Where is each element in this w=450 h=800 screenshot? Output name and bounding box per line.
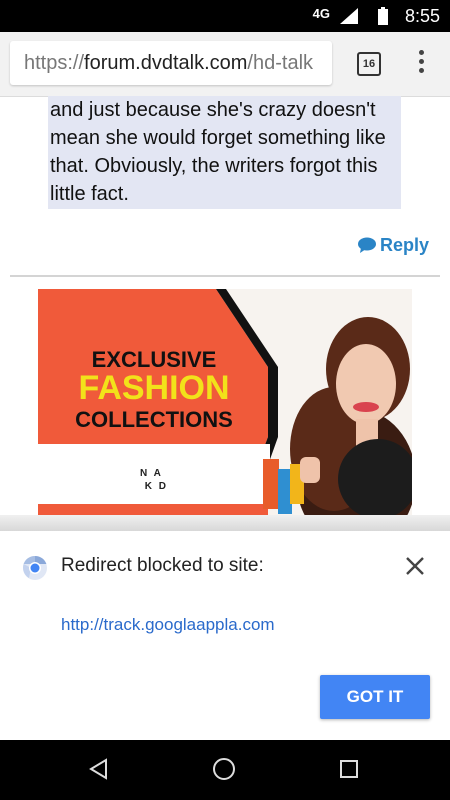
recent-apps-icon[interactable] [339,759,359,779]
overflow-menu-icon[interactable] [417,50,425,76]
reply-label: Reply [380,235,430,255]
system-navigation-bar [0,740,450,800]
got-it-button[interactable]: GOT IT [320,675,430,719]
url-path: /hd-talk [247,52,314,74]
back-icon[interactable] [88,758,110,780]
url-scheme: https:// [24,52,85,74]
speech-bubble-icon [358,237,376,253]
advertisement-banner[interactable]: EXCLUSIVE FASHION COLLECTIONS N A K D [38,289,412,521]
blocked-url-link[interactable]: http://track.googlaappla.com [61,615,275,635]
signal-icon [340,8,358,24]
brand-logo: N A K D [140,468,168,492]
ad-headline-2: FASHION [78,369,230,407]
network-indicator: 4G [312,6,330,21]
battery-icon [378,7,388,25]
quote-text: and just because she's crazy doesn't mea… [50,99,386,205]
redirect-blocked-sheet: Redirect blocked to site: http://track.g… [0,531,450,740]
sheet-title: Redirect blocked to site: [61,555,264,576]
chrome-icon [23,555,47,580]
url-bar[interactable]: https://forum.dvdtalk.com/hd-talk [10,41,332,85]
browser-toolbar: https://forum.dvdtalk.com/hd-talk 16 [0,32,450,97]
ad-headline-3: COLLECTIONS [75,407,233,432]
close-icon[interactable] [402,553,428,579]
tab-switcher-button[interactable]: 16 [357,52,381,76]
post-divider [10,275,440,277]
sheet-shadow [0,515,450,531]
url-text[interactable]: https://forum.dvdtalk.com/hd-talk [24,52,313,75]
clock: 8:55 [404,6,440,26]
reply-button[interactable]: Reply [358,235,429,256]
home-icon[interactable] [212,757,236,781]
status-bar: 4G 8:55 [0,0,450,32]
url-host: forum.dvdtalk.com [84,52,248,74]
quote-block: and just because she's crazy doesn't mea… [48,96,401,209]
